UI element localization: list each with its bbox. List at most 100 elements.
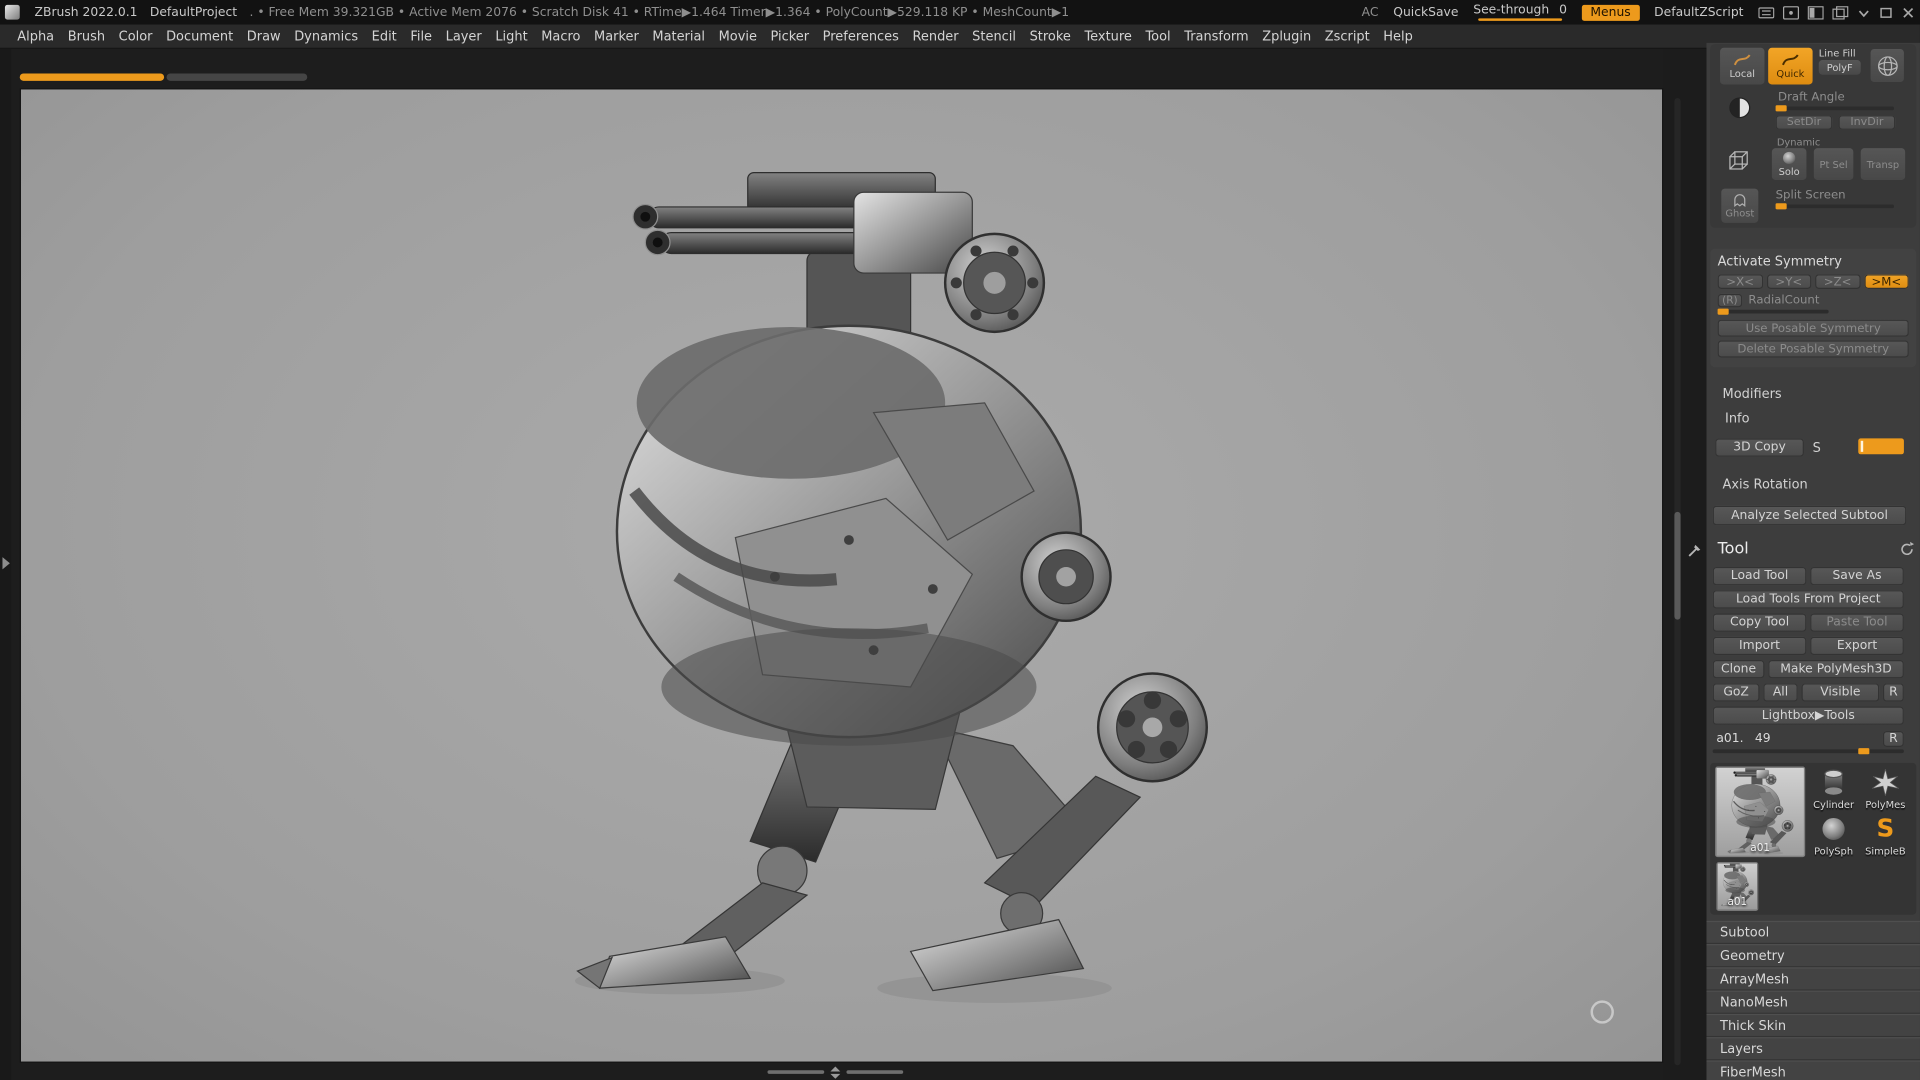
goz-visible-button[interactable]: Visible: [1801, 683, 1880, 702]
menu-brush[interactable]: Brush: [68, 29, 105, 44]
keyboard-icon[interactable]: [1758, 6, 1775, 19]
menu-draw[interactable]: Draw: [247, 29, 281, 44]
make-polymesh3d-button[interactable]: Make PolyMesh3D: [1768, 660, 1904, 679]
menu-alpha[interactable]: Alpha: [17, 29, 54, 44]
menu-stroke[interactable]: Stroke: [1030, 29, 1071, 44]
ghost-button[interactable]: Ghost: [1721, 188, 1759, 223]
symmetry-y-button[interactable]: >Y<: [1766, 274, 1812, 289]
transp-button[interactable]: Transp: [1860, 148, 1906, 181]
s-slider[interactable]: [1858, 438, 1904, 455]
menu-edit[interactable]: Edit: [372, 29, 397, 44]
ptsel-button[interactable]: Pt Sel: [1813, 148, 1854, 181]
menu-file[interactable]: File: [410, 29, 432, 44]
dock-left-icon[interactable]: [1807, 5, 1824, 19]
goz-r-button[interactable]: R: [1882, 683, 1904, 702]
menu-render[interactable]: Render: [912, 29, 958, 44]
active-tool-slider[interactable]: [1712, 748, 1904, 755]
active-tool-thumbnail[interactable]: a01: [1715, 766, 1806, 858]
cylinder-tool-thumbnail[interactable]: Cylinder: [1809, 765, 1858, 812]
menu-macro[interactable]: Macro: [541, 29, 580, 44]
pick-icon[interactable]: [1687, 544, 1702, 559]
radial-count-handle[interactable]: [1717, 308, 1729, 315]
draft-angle-slider[interactable]: [1775, 105, 1895, 112]
menus-toggle-button[interactable]: Menus: [1581, 4, 1640, 21]
tool-r-button[interactable]: R: [1882, 730, 1904, 747]
copy-3d-button[interactable]: 3D Copy: [1715, 438, 1804, 457]
load-tool-button[interactable]: Load Tool: [1712, 566, 1807, 586]
scroll-down-icon[interactable]: [830, 1073, 841, 1079]
cube-icon[interactable]: [1727, 149, 1749, 171]
goz-button[interactable]: GoZ: [1712, 683, 1760, 702]
symmetry-m-button[interactable]: >M<: [1863, 274, 1909, 289]
menu-zplugin[interactable]: Zplugin: [1262, 29, 1311, 44]
recent-tool-thumbnail[interactable]: a01: [1716, 862, 1759, 912]
menu-dynamics[interactable]: Dynamics: [294, 29, 358, 44]
local-symmetry-button[interactable]: Local: [1720, 47, 1765, 85]
line-fill-label[interactable]: Line Fill: [1819, 48, 1856, 59]
info-header[interactable]: Info: [1725, 411, 1750, 426]
draft-angle-handle[interactable]: [1775, 105, 1787, 112]
tool-refresh-icon[interactable]: [1899, 541, 1915, 557]
solo-button[interactable]: Solo: [1771, 148, 1807, 181]
seethrough-slider[interactable]: See-through 0: [1473, 4, 1567, 21]
viewport-canvas[interactable]: [19, 88, 1664, 1063]
polymesh-star-thumbnail[interactable]: PolyMes: [1861, 765, 1910, 812]
menu-marker[interactable]: Marker: [594, 29, 639, 44]
radial-r-button[interactable]: (R): [1717, 293, 1743, 308]
goz-all-button[interactable]: All: [1763, 683, 1798, 702]
simple-brush-thumbnail[interactable]: S SimpleB: [1861, 812, 1910, 859]
contrast-icon[interactable]: [1727, 96, 1752, 120]
mech-model[interactable]: [563, 170, 1217, 1015]
menu-texture[interactable]: Texture: [1084, 29, 1131, 44]
subpalette-arraymesh[interactable]: ArrayMesh: [1706, 967, 1920, 991]
paste-tool-button[interactable]: Paste Tool: [1810, 613, 1904, 632]
setdir-button[interactable]: SetDir: [1775, 115, 1833, 130]
load-tools-from-project-button[interactable]: Load Tools From Project: [1712, 590, 1904, 609]
menu-light[interactable]: Light: [495, 29, 527, 44]
menu-document[interactable]: Document: [166, 29, 233, 44]
subpalette-fibermesh[interactable]: FiberMesh: [1706, 1060, 1920, 1080]
tool-palette-title[interactable]: Tool: [1718, 540, 1749, 558]
split-screen-handle[interactable]: [1775, 203, 1787, 210]
copy-tool-button[interactable]: Copy Tool: [1712, 613, 1807, 632]
clone-button[interactable]: Clone: [1712, 660, 1765, 679]
menu-stencil[interactable]: Stencil: [972, 29, 1016, 44]
polyf-button[interactable]: PolyF: [1818, 60, 1861, 75]
scroll-arrows[interactable]: [830, 1065, 841, 1079]
polysphere-thumbnail[interactable]: PolySph: [1809, 812, 1858, 859]
perspective-globe-button[interactable]: [1870, 48, 1904, 83]
save-as-button[interactable]: Save As: [1810, 566, 1904, 586]
scroll-line-left[interactable]: [767, 1070, 825, 1074]
s-slider-handle[interactable]: [1860, 440, 1864, 452]
modifiers-header[interactable]: Modifiers: [1723, 387, 1782, 402]
quick-mode-button[interactable]: Quick: [1768, 47, 1813, 85]
scroll-line-right[interactable]: [846, 1070, 904, 1074]
menu-zscript[interactable]: Zscript: [1325, 29, 1370, 44]
symmetry-header[interactable]: Activate Symmetry: [1718, 255, 1909, 270]
maximize-icon[interactable]: [1879, 7, 1893, 18]
default-zscript-button[interactable]: DefaultZScript: [1654, 6, 1743, 19]
symmetry-x-button[interactable]: >X<: [1717, 274, 1763, 289]
menu-layer[interactable]: Layer: [446, 29, 482, 44]
menu-movie[interactable]: Movie: [719, 29, 757, 44]
canvas-scroll-widget[interactable]: [767, 1065, 920, 1079]
menu-material[interactable]: Material: [652, 29, 705, 44]
tablet-icon[interactable]: [1782, 5, 1800, 19]
import-button[interactable]: Import: [1712, 636, 1807, 656]
left-tray-open-icon[interactable]: [2, 557, 10, 570]
subpalette-layers[interactable]: Layers: [1706, 1037, 1920, 1061]
subpalette-geometry[interactable]: Geometry: [1706, 944, 1920, 968]
menu-transform[interactable]: Transform: [1184, 29, 1248, 44]
minimize-icon[interactable]: [1857, 7, 1871, 18]
quicksave-button[interactable]: QuickSave: [1393, 6, 1458, 19]
draft-angle-label[interactable]: Draft Angle: [1778, 91, 1845, 104]
delete-posable-symmetry-button[interactable]: Delete Posable Symmetry: [1717, 340, 1909, 358]
active-tool-slider-handle[interactable]: [1858, 748, 1870, 755]
scroll-up-icon[interactable]: [830, 1065, 841, 1071]
invdir-button[interactable]: InvDir: [1838, 115, 1896, 130]
menu-color[interactable]: Color: [119, 29, 153, 44]
close-icon[interactable]: [1901, 7, 1915, 18]
split-screen-slider[interactable]: [1775, 203, 1895, 210]
seethrough-track[interactable]: [1478, 18, 1563, 21]
export-button[interactable]: Export: [1810, 636, 1904, 656]
